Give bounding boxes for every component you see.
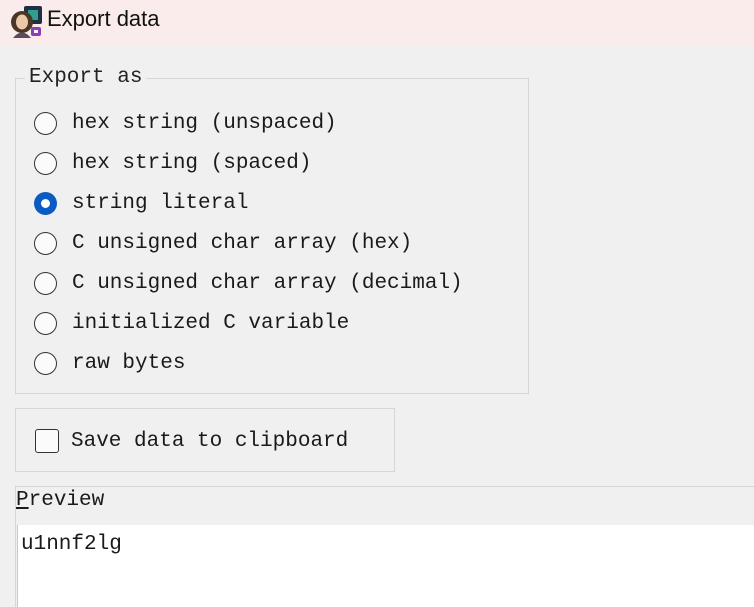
radio-label: initialized C variable bbox=[72, 312, 350, 335]
radio-button-selected[interactable] bbox=[34, 192, 57, 215]
save-to-clipboard-label[interactable]: Save data to clipboard bbox=[71, 428, 348, 456]
radio-button[interactable] bbox=[34, 232, 57, 255]
radio-label: hex string (unspaced) bbox=[72, 112, 337, 135]
preview-label: Preview bbox=[16, 487, 104, 515]
preview-textbox[interactable]: u1nnf2lg bbox=[17, 525, 754, 607]
save-to-clipboard-checkbox[interactable] bbox=[35, 429, 59, 453]
preview-label-rest: review bbox=[28, 489, 105, 512]
title-bar: Export data bbox=[0, 0, 754, 46]
radio-button[interactable] bbox=[34, 112, 57, 135]
radio-label: C unsigned char array (hex) bbox=[72, 232, 413, 255]
preview-label-mnemonic: P bbox=[16, 489, 29, 512]
radio-dot bbox=[41, 199, 50, 208]
radio-label: hex string (spaced) bbox=[72, 152, 312, 175]
portrait-app-icon bbox=[11, 6, 42, 38]
radio-button[interactable] bbox=[34, 272, 57, 295]
radio-label: string literal bbox=[72, 192, 249, 215]
radio-button[interactable] bbox=[34, 312, 57, 335]
radio-label: C unsigned char array (decimal) bbox=[72, 272, 463, 295]
radio-label: raw bytes bbox=[72, 352, 186, 375]
window-title: Export data bbox=[47, 6, 160, 31]
export-as-legend: Export as bbox=[25, 66, 147, 89]
radio-button[interactable] bbox=[34, 352, 57, 375]
radio-button[interactable] bbox=[34, 152, 57, 175]
